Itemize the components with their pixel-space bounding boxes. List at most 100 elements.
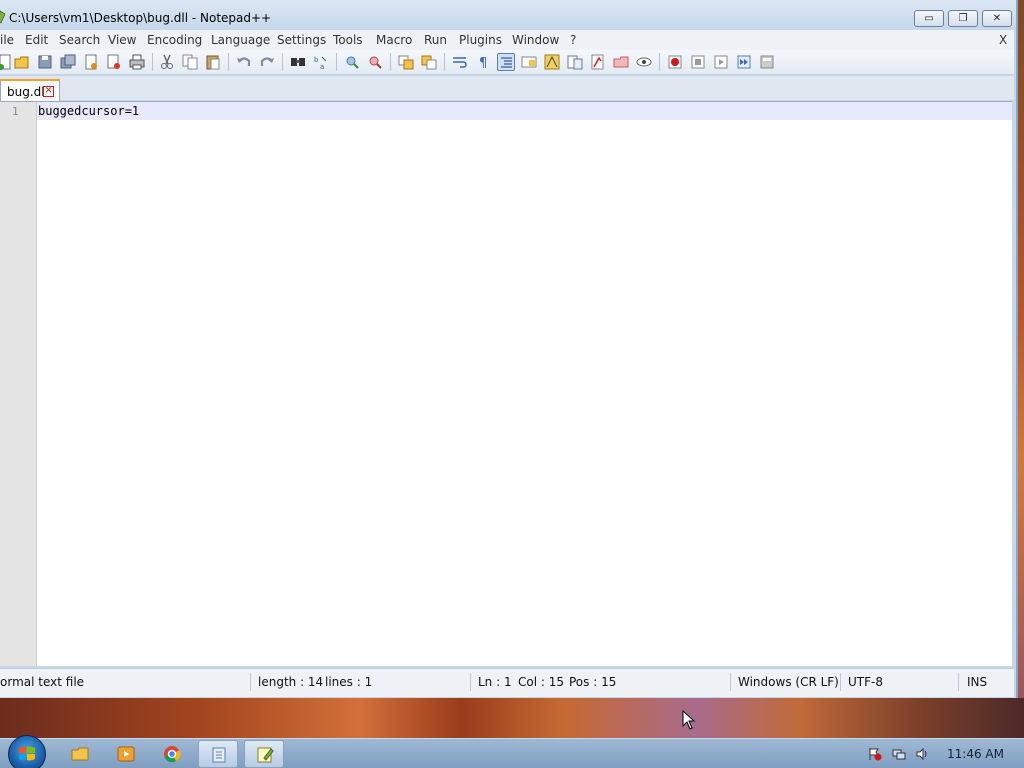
menu-edit[interactable]: Edit [25, 33, 48, 47]
find-icon[interactable] [289, 53, 307, 71]
status-encoding[interactable]: UTF-8 [848, 675, 883, 689]
status-mode[interactable]: INS [967, 675, 987, 689]
code-line[interactable]: buggedcursor=1 [38, 104, 139, 118]
menu-help[interactable]: ? [570, 33, 576, 47]
indent-guide-icon[interactable] [497, 53, 515, 71]
menu-language[interactable]: Language [211, 33, 270, 47]
new-file-icon[interactable] [0, 53, 14, 71]
taskbar: 11:46 AM [0, 735, 1024, 768]
close-document-button[interactable]: X [999, 33, 1007, 47]
line-number: 1 [12, 105, 19, 118]
status-separator [958, 673, 959, 691]
toolbar-separator [659, 53, 660, 71]
media-player-icon [117, 746, 135, 762]
taskbar-file-app[interactable] [198, 740, 238, 768]
close-all-icon[interactable] [105, 53, 123, 71]
menu-encoding[interactable]: Encoding [147, 33, 202, 47]
copy-icon[interactable] [181, 53, 199, 71]
toolbar-separator [282, 53, 283, 71]
svg-text:b: b [314, 56, 319, 64]
word-wrap-icon[interactable] [451, 53, 469, 71]
status-ln: Ln : 1 [478, 675, 512, 689]
record-macro-icon[interactable] [666, 53, 684, 71]
window-title: C:\Users\vm1\Desktop\bug.dll - Notepad++ [9, 11, 272, 25]
undo-icon[interactable] [235, 53, 253, 71]
menu-run[interactable]: Run [424, 33, 447, 47]
zoom-out-icon[interactable] [366, 53, 384, 71]
doc-map-icon[interactable] [543, 53, 561, 71]
volume-icon[interactable] [915, 747, 929, 761]
minimize-icon: ▭ [924, 13, 934, 24]
menu-tools[interactable]: Tools [333, 33, 363, 47]
windows-logo-icon [19, 746, 35, 761]
save-all-icon[interactable] [59, 53, 77, 71]
file-app-icon [212, 747, 226, 763]
show-all-chars-icon[interactable]: ¶ [474, 53, 492, 71]
status-bar: ormal text file length : 14 lines : 1 Ln… [0, 668, 1014, 697]
cut-icon[interactable] [158, 53, 176, 71]
close-icon[interactable] [82, 53, 100, 71]
tab-bug-dll[interactable]: bug.dll ✕ [0, 79, 60, 101]
status-lines: lines : 1 [325, 675, 373, 689]
status-length: length : 14 [258, 675, 324, 689]
notepadpp-app-icon [0, 10, 6, 24]
status-eol[interactable]: Windows (CR LF) [738, 675, 839, 689]
taskbar-clock[interactable]: 11:46 AM [947, 747, 1004, 761]
run-macro-multiple-icon[interactable] [735, 53, 753, 71]
menu-plugins[interactable]: Plugins [459, 33, 502, 47]
menu-view[interactable]: View [108, 33, 136, 47]
network-icon[interactable] [892, 747, 906, 761]
status-separator [730, 673, 731, 691]
sync-horizontal-icon[interactable] [420, 53, 438, 71]
zoom-in-icon[interactable] [343, 53, 361, 71]
minimize-button[interactable]: ▭ [914, 10, 944, 27]
status-separator [250, 673, 251, 691]
maximize-button[interactable]: ❐ [948, 10, 978, 27]
print-icon[interactable] [128, 53, 146, 71]
eye-icon[interactable] [635, 53, 653, 71]
open-file-icon[interactable] [13, 53, 31, 71]
save-icon[interactable] [36, 53, 54, 71]
start-button[interactable] [8, 735, 46, 768]
desktop-wallpaper [0, 698, 1024, 738]
taskbar-explorer[interactable] [60, 740, 100, 768]
notepadpp-icon [257, 747, 274, 763]
menu-file[interactable]: ile [0, 33, 14, 47]
line-number-gutter: 1 [0, 102, 37, 666]
title-bar[interactable]: C:\Users\vm1\Desktop\bug.dll - Notepad++… [0, 0, 1016, 34]
notepadpp-window: C:\Users\vm1\Desktop\bug.dll - Notepad++… [0, 0, 1018, 698]
menu-window[interactable]: Window [512, 33, 559, 47]
close-window-button[interactable]: ✕ [982, 10, 1012, 27]
taskbar-media-player[interactable] [106, 740, 146, 768]
menu-bar: ile Edit Search View Encoding Language S… [0, 30, 1014, 50]
tab-label: bug.dll [7, 85, 48, 99]
menu-macro[interactable]: Macro [376, 33, 412, 47]
replace-icon[interactable]: ba [312, 53, 330, 71]
play-macro-icon[interactable] [712, 53, 730, 71]
text-editor[interactable]: 1 buggedcursor=1 [0, 101, 1012, 666]
toolbar: ba ¶ [0, 50, 1014, 75]
chrome-icon [164, 746, 181, 763]
redo-icon[interactable] [258, 53, 276, 71]
paste-icon[interactable] [204, 53, 222, 71]
mouse-cursor-icon [682, 710, 696, 730]
function-list-icon[interactable] [566, 53, 584, 71]
save-macro-icon[interactable] [758, 53, 776, 71]
close-icon: ✕ [992, 13, 1002, 24]
status-separator [840, 673, 841, 691]
tab-close-icon[interactable]: ✕ [43, 86, 54, 97]
toolbar-separator [390, 53, 391, 71]
toolbar-separator [228, 53, 229, 71]
menu-search[interactable]: Search [59, 33, 100, 47]
taskbar-chrome[interactable] [152, 740, 192, 768]
menu-settings[interactable]: Settings [277, 33, 326, 47]
folder-workspace-icon[interactable] [589, 53, 607, 71]
udl-icon[interactable] [520, 53, 538, 71]
toolbar-separator [152, 53, 153, 71]
status-pos: Pos : 15 [569, 675, 617, 689]
taskbar-notepadpp[interactable] [244, 740, 284, 768]
monitor-icon[interactable] [612, 53, 630, 71]
sync-vertical-icon[interactable] [397, 53, 415, 71]
stop-macro-icon[interactable] [689, 53, 707, 71]
action-center-flag-icon[interactable] [868, 747, 882, 761]
